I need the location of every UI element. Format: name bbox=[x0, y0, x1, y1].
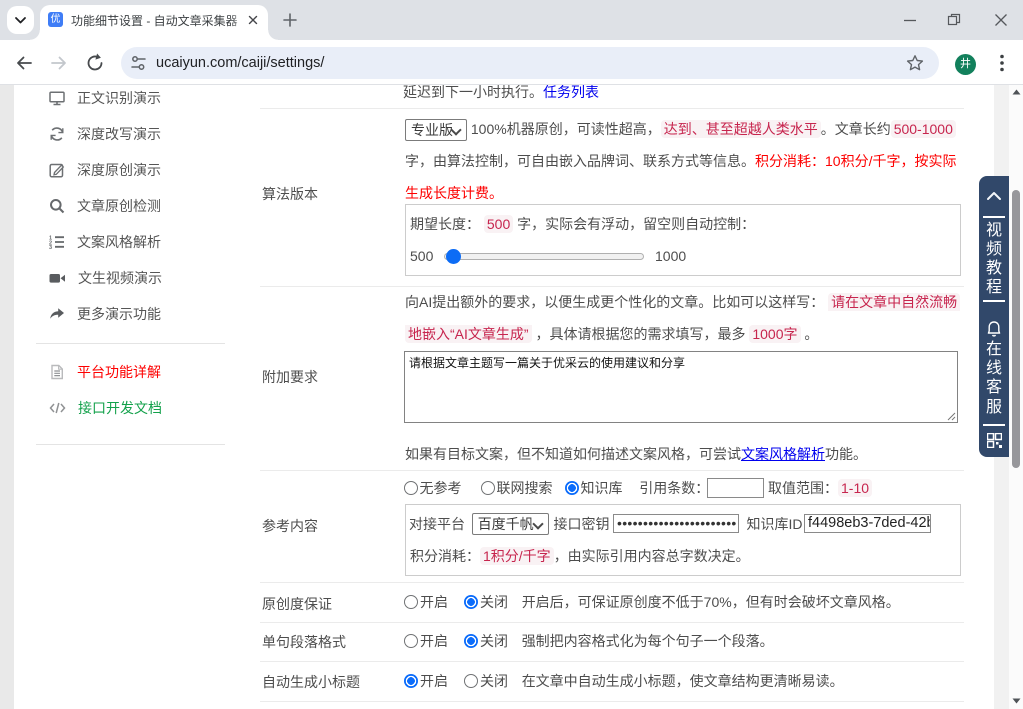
svg-text:3: 3 bbox=[49, 245, 52, 250]
